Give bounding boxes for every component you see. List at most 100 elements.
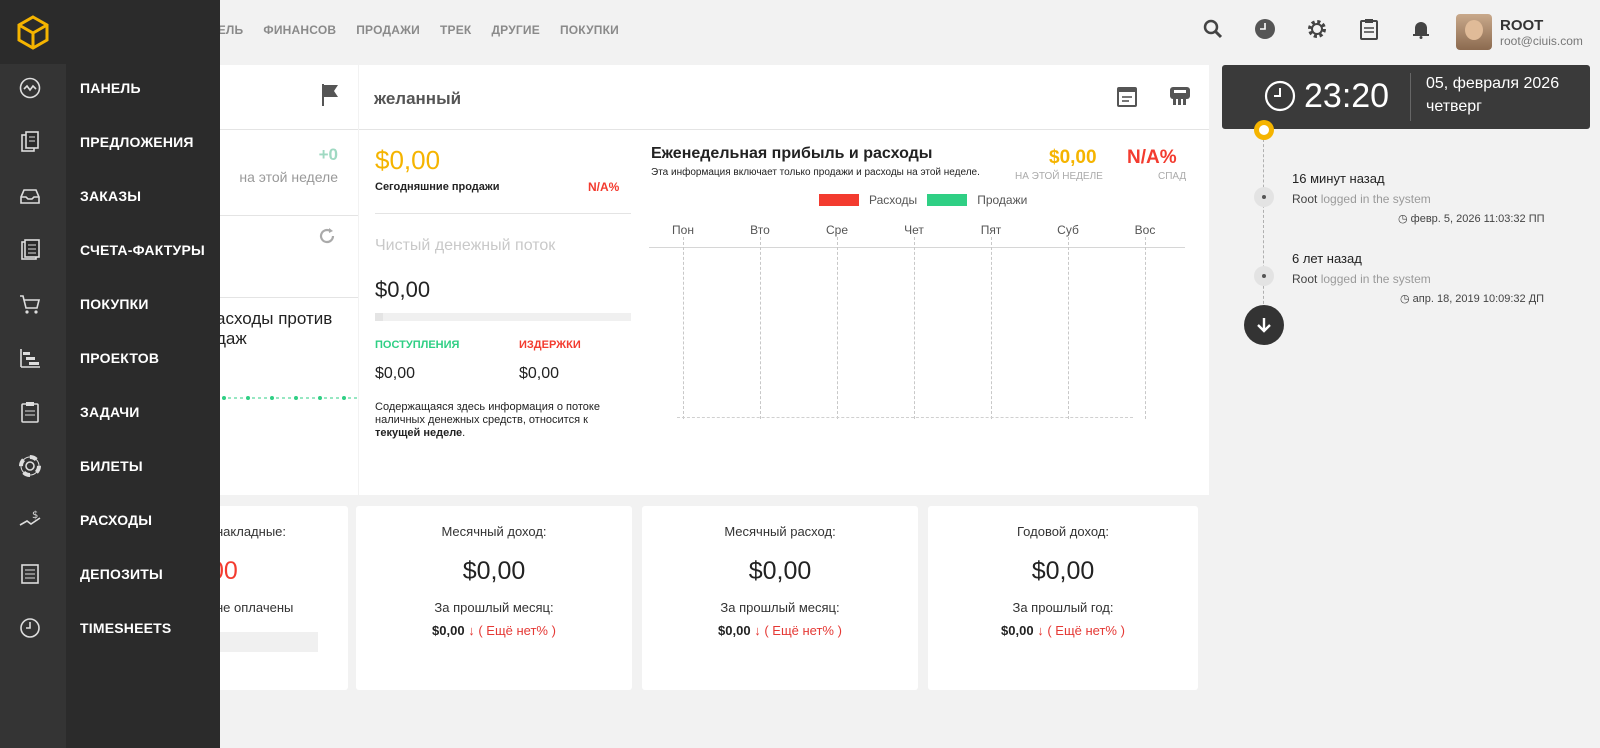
card-yearly-income: Годовой доход: $0,00 За прошлый год: $0,… [928, 506, 1198, 690]
sidebar-item-8[interactable]: $ РАСХОДЫ [0, 500, 220, 540]
card-invoices: накладные: 00 не оплачены [210, 506, 348, 690]
top-navigation: АНЕЛЬ ФИНАНСОВ ПРОДАЖИ ТРЕК ДРУГИЕ ПОКУП… [200, 0, 619, 60]
user-email: root@ciuis.com [1500, 33, 1583, 48]
documents-icon [18, 130, 42, 154]
chart-gridline [760, 237, 761, 419]
refresh-icon[interactable] [318, 227, 336, 250]
card-value: $0,00 [748, 557, 812, 585]
card-subtitle: не оплачены [216, 600, 294, 615]
mini-sparkline [210, 396, 358, 400]
timeline-ago: 16 минут назад [1292, 171, 1385, 186]
search-icon[interactable] [1200, 16, 1226, 42]
clock-time: 23:20 [1304, 77, 1390, 115]
sidebar-item-label: ДЕПОЗИТЫ [80, 566, 163, 582]
sidebar-item-label: ПРОЕКТОВ [80, 350, 160, 366]
chart-gridline [1145, 237, 1146, 419]
sidebar-item-4[interactable]: ПОКУПКИ [0, 284, 220, 324]
history-icon[interactable] [1252, 16, 1278, 42]
invoice-icon [18, 238, 42, 262]
chart-baseline [677, 417, 1133, 418]
sidebar-item-label: РАСХОДЫ [80, 512, 153, 528]
sidebar-item-label: ПАНЕЛЬ [80, 80, 141, 96]
card-value: 00 [210, 557, 238, 585]
sidebar-item-9[interactable]: ДЕПОЗИТЫ [0, 554, 220, 594]
chart-gridline [1068, 237, 1069, 419]
lifebuoy-icon [18, 454, 42, 478]
chart-tick-label: Суб [1057, 223, 1079, 237]
card-value: $0,00 [1031, 557, 1095, 585]
sidebar-item-1[interactable]: ПРЕДЛОЖЕНИЯ [0, 122, 220, 162]
cart-icon [18, 292, 42, 316]
sidebar-item-5[interactable]: ПРОЕКТОВ [0, 338, 220, 378]
sidebar-item-0[interactable]: ПАНЕЛЬ [0, 68, 220, 108]
card-comparison: $0,00 ↓ ( Ещё нет% ) [1001, 623, 1125, 638]
weekly-count: +0 [318, 145, 338, 164]
chart-tick-label: Сре [825, 223, 848, 237]
card-title: Месячный доход: [441, 524, 547, 539]
weekly-chart: Пон Вто Сре Чет Пят Суб Вос [359, 65, 1209, 495]
inbox-icon [18, 184, 42, 208]
bell-icon[interactable] [1408, 16, 1434, 42]
sidebar-item-2[interactable]: ЗАКАЗЫ [0, 176, 220, 216]
card-progress [210, 632, 318, 652]
load-more-button[interactable] [1244, 305, 1284, 345]
chart-gridline [991, 237, 992, 419]
sidebar-item-10[interactable]: TIMESHEETS [0, 608, 220, 648]
cube-logo-icon [17, 15, 49, 50]
flag-icon[interactable] [320, 83, 342, 112]
clock-icon [1264, 80, 1296, 117]
clock-date: 05, февраля 2026 [1426, 75, 1560, 92]
topnav-finance[interactable]: ФИНАНСОВ [263, 23, 336, 37]
card-title: Месячный расход: [724, 524, 836, 539]
card-comparison: $0,00 ↓ ( Ещё нет% ) [432, 623, 556, 638]
sidebar-item-label: ПРЕДЛОЖЕНИЯ [80, 134, 194, 150]
clipboard-icon [18, 400, 42, 424]
clipboard-icon[interactable] [1356, 16, 1382, 42]
expense-icon: $ [18, 508, 42, 532]
chart-tick-label: Пят [980, 223, 1002, 237]
main-panel: желанный $0,00 Сегодняшние продажи N/A% … [359, 65, 1209, 495]
clock-weekday: четверг [1426, 98, 1482, 115]
timeline-dot [1254, 187, 1274, 207]
card-value: $0,00 [462, 557, 526, 585]
sidebar-item-6[interactable]: ЗАДАЧИ [0, 392, 220, 432]
chart-tick-label: Пон [672, 223, 694, 237]
timeline-text: Root logged in the system [1292, 272, 1431, 286]
arrow-down-icon [1257, 318, 1271, 333]
chart-gridline [914, 237, 915, 419]
card-title: Годовой доход: [1017, 524, 1109, 539]
sidebar-item-label: СЧЕТА-ФАКТУРЫ [80, 242, 205, 258]
chart-gridline [837, 237, 838, 419]
user-name: ROOT [1500, 16, 1544, 34]
gear-icon[interactable] [1304, 16, 1330, 42]
app-logo[interactable] [0, 0, 66, 64]
sidebar-item-label: ЗАКАЗЫ [80, 188, 142, 204]
svg-text:$: $ [32, 510, 38, 521]
sidebar-item-3[interactable]: СЧЕТА-ФАКТУРЫ [0, 230, 220, 270]
topnav-other[interactable]: ДРУГИЕ [491, 23, 540, 37]
gantt-icon [18, 346, 42, 370]
sidebar-item-label: ПОКУПКИ [80, 296, 149, 312]
timeline-stamp: ◷ апр. 18, 2019 10:09:32 ДП [1400, 293, 1545, 305]
card-subtitle: За прошлый месяц: [720, 600, 840, 615]
timeline-line [1263, 134, 1264, 314]
topnav-purchases[interactable]: ПОКУПКИ [560, 23, 619, 37]
ledger-icon [18, 562, 42, 586]
user-menu[interactable]: ROOT root@ciuis.com [1456, 14, 1583, 50]
timeline-stamp: ◷ февр. 5, 2026 11:03:32 ПП [1398, 213, 1545, 225]
sidebar-item-7[interactable]: БИЛЕТЫ [0, 446, 220, 486]
card-subtitle: За прошлый месяц: [434, 600, 554, 615]
chart-tick-label: Вто [750, 223, 770, 237]
topnav-track[interactable]: ТРЕК [440, 23, 471, 37]
timeline-dot [1254, 266, 1274, 286]
sidebar-item-label: БИЛЕТЫ [80, 458, 143, 474]
timeline-text: Root logged in the system [1292, 192, 1431, 206]
timeline: 16 минут назад Root logged in the system… [1222, 120, 1590, 348]
clock-icon [18, 616, 42, 640]
avatar[interactable] [1456, 14, 1492, 50]
top-actions [1200, 16, 1434, 42]
timeline-ago: 6 лет назад [1292, 251, 1362, 266]
timeline-start-dot [1254, 120, 1274, 140]
dashboard-icon [18, 76, 42, 100]
topnav-sales[interactable]: ПРОДАЖИ [356, 23, 420, 37]
